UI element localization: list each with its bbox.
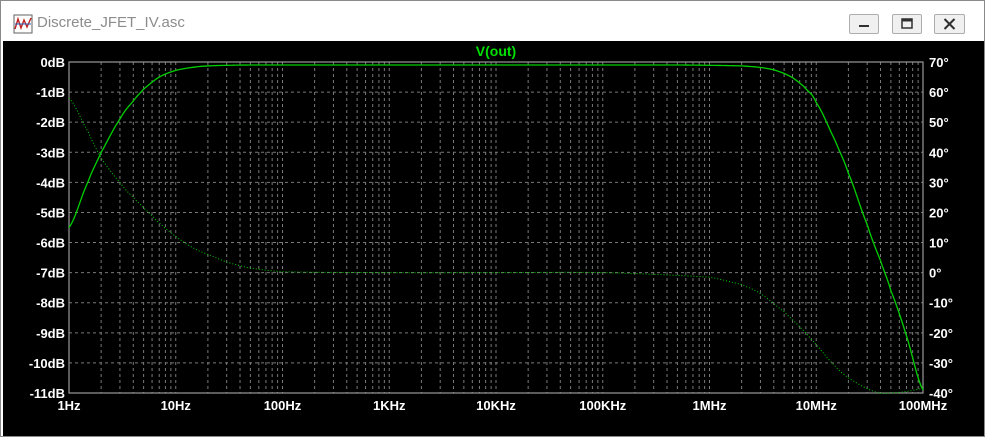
minimize-icon <box>859 25 869 27</box>
x-tick-label: 100Hz <box>264 398 302 413</box>
y-left-tick-label: -10dB <box>29 356 65 371</box>
x-tick-label: 10MHz <box>796 398 838 413</box>
y-right-tick-label: -30° <box>929 356 953 371</box>
y-left-tick-label: -1dB <box>36 85 65 100</box>
y-right-tick-label: -10° <box>929 296 953 311</box>
y-right-tick-label: 0° <box>929 266 941 281</box>
maximize-icon <box>901 18 913 29</box>
x-tick-label: 10Hz <box>161 398 192 413</box>
y-left-tick-label: -7dB <box>36 266 65 281</box>
y-left-tick-label: -11dB <box>30 386 65 401</box>
y-right-tick-label: 20° <box>929 205 949 220</box>
y-right-tick-label: 10° <box>929 236 949 251</box>
close-icon <box>943 18 956 30</box>
y-left-tick-label: -8dB <box>36 296 65 311</box>
ltspice-waveform-icon <box>13 14 33 34</box>
minimize-button[interactable] <box>849 14 879 34</box>
y-right-tick-label: 50° <box>929 115 949 130</box>
x-tick-label: 1KHz <box>373 398 406 413</box>
x-tick-label: 10KHz <box>476 398 516 413</box>
y-right-tick-label: -40° <box>929 386 953 401</box>
close-button[interactable] <box>934 14 965 34</box>
y-right-tick-label: 30° <box>929 175 949 190</box>
waveform-plot-pane[interactable]: 1Hz 10Hz 100Hz 1KHz 10KHz 100KHz 1MHz 10MHz 100M… <box>3 41 984 436</box>
maximize-button[interactable] <box>892 14 922 34</box>
x-tick-label: 1MHz <box>693 398 727 413</box>
y-left-tick-label: -3dB <box>36 145 65 160</box>
window-title: Discrete_JFET_IV.asc <box>37 14 185 31</box>
magnitude-trace <box>68 64 924 391</box>
title-bar[interactable]: Discrete_JFET_IV.asc <box>1 1 984 40</box>
y-left-tick-label: -9dB <box>36 326 65 341</box>
y-left-tick-label: -2dB <box>36 115 65 130</box>
y-right-tick-label: 70° <box>929 55 949 70</box>
bode-plot[interactable]: 1Hz 10Hz 100Hz 1KHz 10KHz 100KHz 1MHz 10MHz 100M… <box>3 41 984 436</box>
y-left-tick-label: -5dB <box>36 205 65 220</box>
y-left-tick-label: 0dB <box>40 55 65 70</box>
ltspice-plot-window: Discrete_JFET_IV.asc 1Hz 10Hz 100Hz 1KHz 10K… <box>0 0 985 437</box>
y-right-tick-label: 60° <box>929 85 949 100</box>
y-left-tick-label: -6dB <box>36 236 65 251</box>
x-tick-label: 100KHz <box>579 398 626 413</box>
trace-title: V(out) <box>476 43 516 59</box>
y-right-tick-label: -20° <box>929 326 953 341</box>
y-left-tick-label: -4dB <box>36 175 65 190</box>
y-right-tick-label: 40° <box>929 145 949 160</box>
